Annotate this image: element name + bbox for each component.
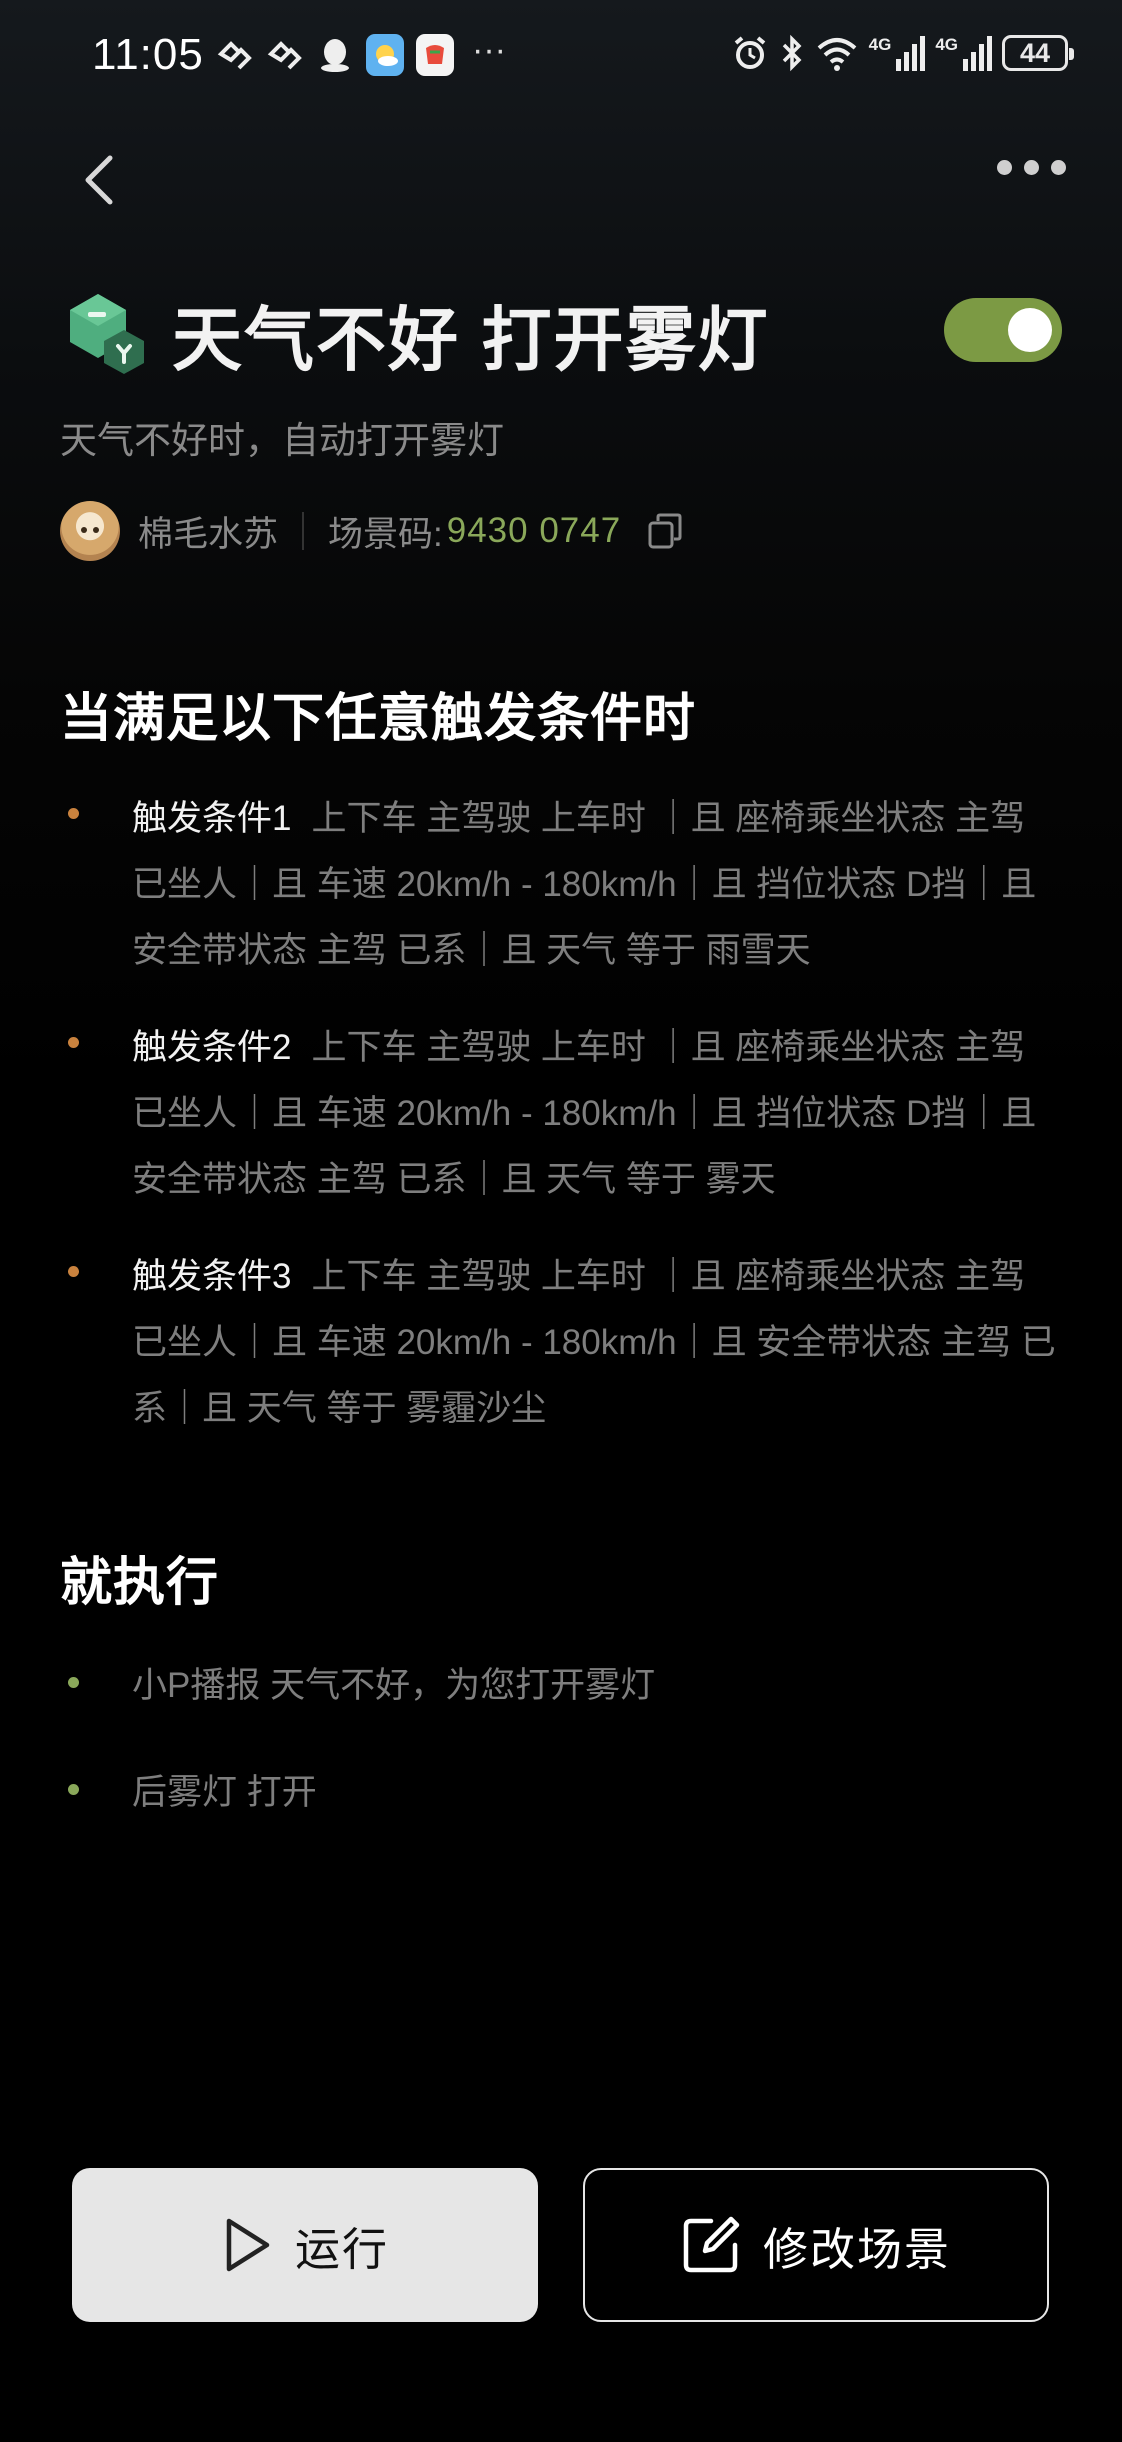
- bluetooth-icon: [782, 34, 802, 72]
- trigger-label: 触发条件1: [132, 799, 292, 838]
- trigger-condition-text: 触发条件3 上下车 主驾驶 上车时 ｜且 座椅乘坐状态 主驾 已坐人｜且 车速 2…: [132, 1244, 1060, 1442]
- play-icon: [226, 2218, 270, 2272]
- actions-heading: 就执行: [60, 1554, 220, 1612]
- clock: 11:05: [92, 30, 204, 79]
- network-type-label: 4G: [935, 35, 958, 54]
- meta-divider: [302, 512, 305, 550]
- scene-enable-toggle[interactable]: [944, 298, 1062, 362]
- scene-meta: 棉毛水苏 场景码: 9430 0747: [60, 500, 683, 562]
- bullet-dot: [68, 1676, 79, 1688]
- run-button[interactable]: 运行: [72, 2168, 538, 2322]
- back-button[interactable]: [76, 150, 124, 210]
- scene-code-value: 9430 0747: [446, 511, 622, 550]
- run-button-label: 运行: [294, 2223, 389, 2275]
- notification-icons: ···: [216, 31, 506, 76]
- action-text: 小P播报 天气不好，为您打开雾灯: [132, 1665, 656, 1705]
- qq-icon: [316, 36, 354, 74]
- app-notification-icon: [216, 36, 254, 74]
- edit-icon: [683, 2216, 740, 2273]
- alarm-icon: [734, 36, 765, 69]
- scene-code-label: 场景码:: [328, 514, 443, 554]
- signal-2: 4G: [935, 35, 992, 71]
- status-bar: 11:05 ··· 4G 4G 44: [0, 0, 1122, 115]
- signal-1: 4G: [869, 35, 926, 71]
- trigger-condition-item: 触发条件2 上下车 主驾驶 上车时 ｜且 座椅乘坐状态 主驾 已坐人｜且 车速 2…: [60, 1015, 1060, 1213]
- trigger-condition-text: 触发条件1 上下车 主驾驶 上车时 ｜且 座椅乘坐状态 主驾 已坐人｜且 车速 2…: [132, 786, 1060, 984]
- wifi-icon: [817, 38, 856, 71]
- app-notification-icon: [266, 36, 304, 74]
- action-text: 后雾灯 打开: [132, 1772, 317, 1812]
- scene-title: 天气不好 打开雾灯: [172, 301, 770, 379]
- bullet-dot: [68, 1783, 79, 1795]
- action-item: 后雾灯 打开: [60, 1759, 317, 1819]
- edit-scene-button[interactable]: 修改场景: [583, 2168, 1049, 2322]
- edit-scene-button-label: 修改场景: [762, 2223, 951, 2275]
- trigger-condition-item: 触发条件3 上下车 主驾驶 上车时 ｜且 座椅乘坐状态 主驾 已坐人｜且 车速 2…: [60, 1244, 1060, 1442]
- trigger-label: 触发条件3: [132, 1257, 292, 1296]
- battery-level: 44: [1019, 37, 1051, 68]
- more-dots-icon: [1024, 160, 1039, 175]
- more-options-button[interactable]: [997, 160, 1066, 175]
- trigger-condition-text: 触发条件2 上下车 主驾驶 上车时 ｜且 座椅乘坐状态 主驾 已坐人｜且 车速 2…: [132, 1015, 1060, 1213]
- chevron-left-icon: [85, 155, 113, 205]
- trigger-label: 触发条件2: [132, 1028, 292, 1067]
- scene-description: 天气不好时，自动打开雾灯: [60, 420, 504, 461]
- more-dots-icon: [997, 160, 1012, 175]
- shopping-app-icon: [416, 34, 454, 76]
- trigger-condition-item: 触发条件1 上下车 主驾驶 上车时 ｜且 座椅乘坐状态 主驾 已坐人｜且 车速 2…: [60, 786, 1060, 984]
- toggle-knob: [1008, 308, 1052, 352]
- more-dots-icon: [1051, 160, 1066, 175]
- bullet-dot: [68, 808, 79, 819]
- author-name[interactable]: 棉毛水苏: [138, 506, 278, 557]
- signal-bars-icon: [963, 36, 992, 71]
- bullet-dot: [68, 1037, 79, 1048]
- action-item: 小P播报 天气不好，为您打开雾灯: [60, 1652, 655, 1712]
- copy-icon[interactable]: [647, 512, 683, 550]
- signal-bars-icon: [896, 36, 926, 71]
- battery-indicator: 44: [1002, 35, 1074, 71]
- scene-cube-icon: [64, 290, 148, 374]
- triggers-heading: 当满足以下任意触发条件时: [60, 690, 697, 748]
- author-avatar[interactable]: [60, 501, 120, 561]
- more-notifications-icon: ···: [472, 30, 506, 69]
- system-icons: 4G 4G 44: [731, 34, 1074, 72]
- network-type-label: 4G: [868, 35, 892, 54]
- weather-app-icon: [366, 34, 404, 76]
- bullet-dot: [68, 1266, 79, 1277]
